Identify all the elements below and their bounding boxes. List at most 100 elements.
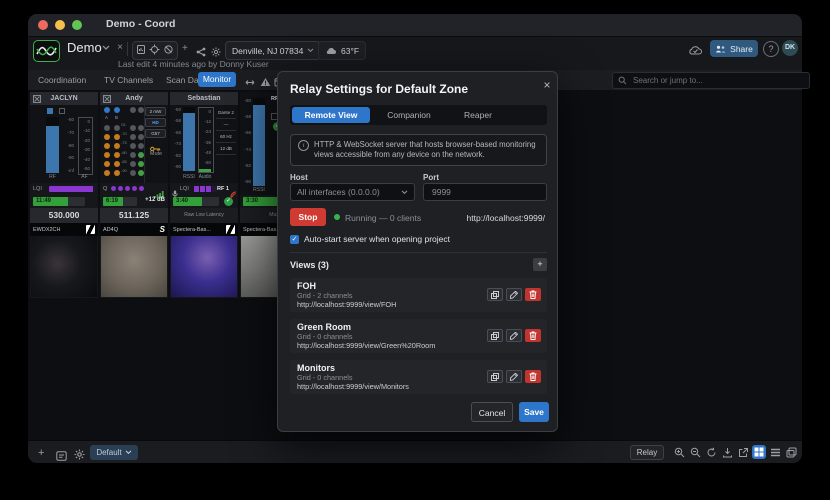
- weather-pill[interactable]: 63°F: [318, 41, 366, 60]
- mode-label: Raw Low Latency: [170, 208, 238, 223]
- delete-view-button[interactable]: [525, 329, 541, 342]
- download-icon[interactable]: [720, 445, 734, 459]
- device-name: Spectera-Bas...: [173, 227, 211, 233]
- location-label: Denville, NJ 07834: [232, 46, 303, 56]
- views-header: Views (3): [290, 260, 329, 270]
- project-close-icon[interactable]: ×: [114, 40, 126, 56]
- zoom-out-icon[interactable]: [688, 445, 702, 459]
- tab-tv-channels[interactable]: TV Channels: [104, 70, 153, 90]
- server-url-link[interactable]: http://localhost:9999/: [467, 213, 545, 223]
- tab-coordination[interactable]: Coordination: [38, 70, 86, 90]
- channel-photo: [171, 236, 237, 297]
- stop-server-button[interactable]: Stop: [290, 208, 326, 226]
- grid-view-icon[interactable]: [752, 445, 766, 459]
- edit-view-button[interactable]: [506, 288, 522, 301]
- af-scale-tick: -30: [80, 147, 90, 152]
- channel-strip-jaclyn[interactable]: JACLYN -60-70-80-90-inf 0-10-20-30-40-50…: [30, 92, 98, 298]
- diversity-b-indicator: [59, 108, 65, 114]
- close-traffic-light[interactable]: [38, 20, 48, 30]
- project-chevron-icon[interactable]: [100, 41, 112, 57]
- timer-row: 11:49: [30, 195, 98, 208]
- share-button[interactable]: Share: [710, 40, 758, 57]
- edit-view-button[interactable]: [506, 329, 522, 342]
- mute-button[interactable]: Mute: [146, 151, 166, 157]
- chart-clipboard-icon[interactable]: [136, 42, 146, 60]
- tab-reaper[interactable]: Reaper: [448, 107, 508, 123]
- cancel-button[interactable]: Cancel: [471, 402, 513, 422]
- server-status-label: Running — 0 clients: [345, 213, 421, 223]
- rssi-meter-label: RSSI: [179, 174, 199, 180]
- gain-label: +12 dB: [145, 197, 165, 203]
- copy-view-button[interactable]: [487, 288, 503, 301]
- host-select[interactable]: All interfaces (0.0.0.0): [290, 183, 415, 201]
- audio-scale: 0-12-24-36-48-60: [200, 109, 211, 165]
- tab-remote-view[interactable]: Remote View: [292, 107, 370, 123]
- channel-strip-sebastian[interactable]: Sebastian -50-58-66-74-82-90 0-12-24-36-…: [170, 92, 238, 298]
- diversity-a-label: A: [105, 115, 108, 120]
- crosshair-icon[interactable]: [149, 42, 160, 60]
- open-external-icon[interactable]: [736, 445, 750, 459]
- autostart-checkbox[interactable]: ✓: [290, 235, 299, 244]
- rssi-tick: -50: [241, 98, 251, 103]
- location-pill[interactable]: Denville, NJ 07834: [225, 41, 321, 60]
- edit-view-button[interactable]: [506, 370, 522, 383]
- notes-icon[interactable]: [56, 448, 67, 466]
- rssi-tick: -66: [171, 130, 181, 135]
- preset-selector[interactable]: Default: [90, 445, 138, 460]
- user-avatar[interactable]: DK: [782, 40, 798, 56]
- orange-dot: [114, 134, 120, 140]
- channel-name: Sebastian: [187, 95, 220, 102]
- orange-dot: [104, 143, 110, 149]
- cloud-sync-icon[interactable]: [688, 43, 703, 61]
- gray-dot: [114, 125, 120, 131]
- toolbar-divider: [127, 42, 128, 56]
- antenna-off-icon[interactable]: [163, 42, 174, 60]
- af-meter: 0-10-20-30-40-50: [78, 117, 93, 175]
- port-input[interactable]: [430, 186, 534, 198]
- refresh-icon[interactable]: [704, 445, 718, 459]
- rssi-tick: -82: [241, 163, 251, 168]
- level-tick: OL: [121, 122, 127, 127]
- help-button[interactable]: ?: [763, 41, 779, 57]
- level-row-labels: OL-70-75-80-85-90: [121, 122, 127, 173]
- channel-strip-andy[interactable]: Andy A B OL-70-75-80-85-90 2 mWHDG57 Mut…: [100, 92, 168, 298]
- tab-monitor[interactable]: Monitor: [198, 72, 236, 87]
- minimize-traffic-light[interactable]: [55, 20, 65, 30]
- relay-button[interactable]: Relay: [630, 445, 664, 460]
- channel-name: Andy: [125, 95, 143, 102]
- list-view-icon[interactable]: [768, 445, 782, 459]
- window-title: Demo - Coord: [106, 18, 175, 30]
- view-card-monitors: Monitors Grid - 0 channels http://localh…: [290, 360, 547, 394]
- copy-view-button[interactable]: [487, 370, 503, 383]
- rssi-meter: [253, 98, 265, 186]
- layers-icon[interactable]: [784, 445, 798, 459]
- route-badge: —: [216, 119, 236, 131]
- device-name: AD4Q: [103, 227, 118, 233]
- delete-view-button[interactable]: [525, 288, 541, 301]
- view-url: http://localhost:9999/view/FOH: [297, 300, 540, 309]
- strip-meters: A B OL-70-75-80-85-90 2 mWHDG57 Mute: [100, 105, 168, 183]
- copy-view-button[interactable]: [487, 329, 503, 342]
- blue-dot: [104, 107, 110, 113]
- strip-header: JACLYN: [30, 92, 98, 105]
- delete-view-button[interactable]: [525, 370, 541, 383]
- rf-scale-tick: -inf: [61, 168, 74, 173]
- gray-dot: [130, 170, 136, 176]
- view-url: http://localhost:9999/view/Green%20Room: [297, 341, 540, 350]
- rf-scale-tick: -90: [61, 155, 74, 160]
- device-name: EWDX2CH: [33, 227, 61, 233]
- search-input[interactable]: [631, 75, 795, 86]
- rssi-tick: -90: [241, 179, 251, 184]
- close-icon[interactable]: ×: [540, 78, 554, 92]
- add-channel-icon[interactable]: +: [38, 447, 44, 459]
- add-icon[interactable]: +: [182, 41, 188, 57]
- af-scale-tick: -10: [80, 128, 90, 133]
- save-button[interactable]: Save: [519, 402, 549, 422]
- tx-badge: 2 mW: [145, 107, 166, 116]
- level-tick: -75: [121, 140, 127, 145]
- gear-icon[interactable]: [74, 447, 85, 465]
- tab-companion[interactable]: Companion: [370, 107, 448, 123]
- add-view-button[interactable]: +: [533, 258, 547, 271]
- zoom-traffic-light[interactable]: [72, 20, 82, 30]
- zoom-in-icon[interactable]: [672, 445, 686, 459]
